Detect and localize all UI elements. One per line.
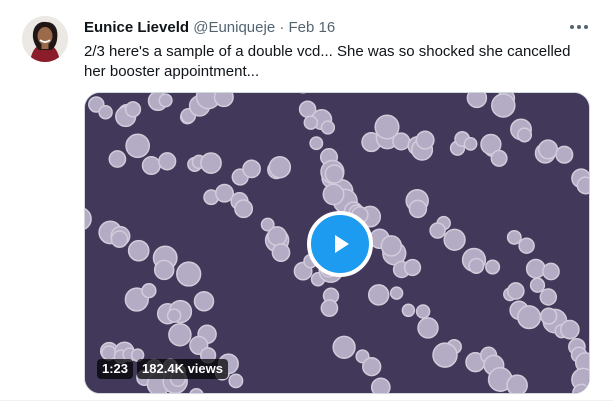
tweet-date[interactable]: Feb 16 (289, 19, 336, 36)
more-horizontal-icon (570, 25, 588, 29)
video-duration: 1:23 (97, 359, 134, 379)
tweet-text: 2/3 here's a sample of a double vcd... S… (84, 43, 571, 80)
avatar-image (22, 16, 68, 62)
more-options-button[interactable] (564, 16, 594, 38)
avatar[interactable] (22, 16, 68, 62)
play-button[interactable] (307, 211, 373, 277)
tweet-card[interactable]: Eunice Lieveld @Euniqueje · Feb 16 2/3 h… (0, 0, 613, 401)
video-player[interactable]: 1:23 182.4K views (84, 92, 590, 394)
video-badges: 1:23 182.4K views (97, 359, 228, 379)
author-handle[interactable]: @Euniqueje (193, 19, 275, 36)
video-views: 182.4K views (137, 359, 228, 379)
author-name[interactable]: Eunice Lieveld (84, 19, 189, 36)
tweet-header: Eunice Lieveld @Euniqueje · Feb 16 (84, 19, 335, 37)
play-icon (335, 235, 349, 253)
separator-dot: · (279, 19, 285, 36)
